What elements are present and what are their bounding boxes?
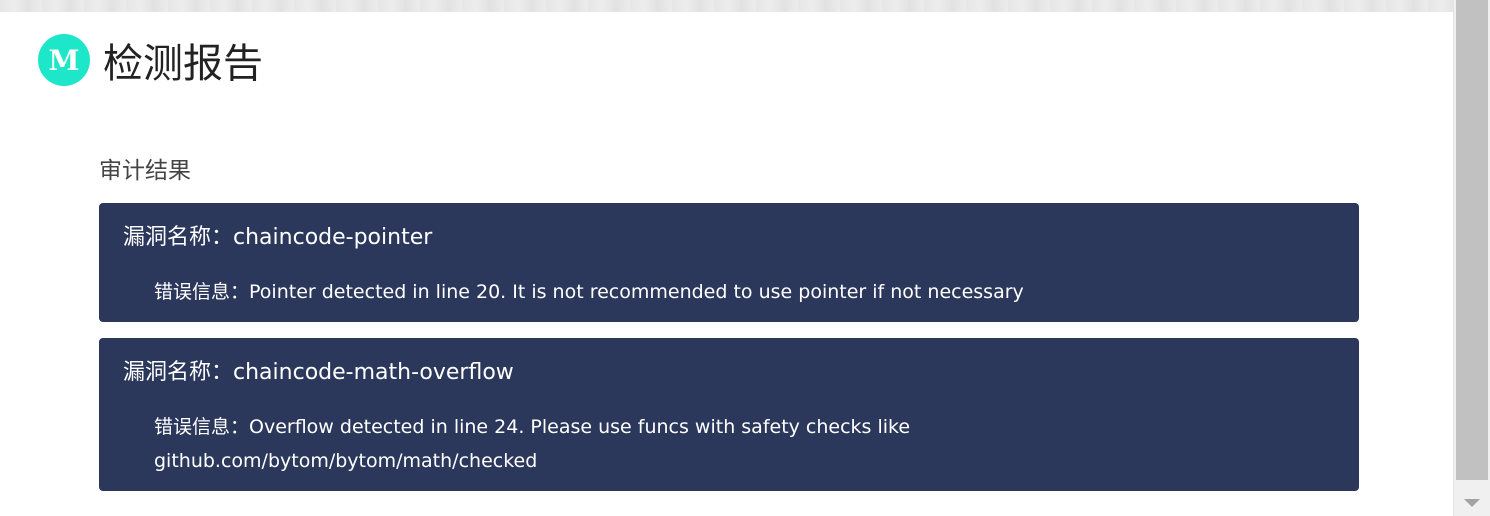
vulnerability-name: 漏洞名称：chaincode-pointer [123, 223, 1335, 253]
vulnerability-name-value: chaincode-pointer [233, 225, 433, 250]
vulnerability-name-value: chaincode-math-overflow [233, 360, 514, 385]
vulnerability-name-label: 漏洞名称： [123, 225, 234, 250]
error-message: 错误信息：Pointer detected in line 20. It is … [154, 275, 1335, 309]
error-message-value: Overflow detected in line 24. Please use… [154, 416, 911, 472]
report-page: M 检测报告 审计结果 漏洞名称：chaincode-pointer 错误信息：… [0, 0, 1453, 516]
finding-card: 漏洞名称：chaincode-pointer 错误信息：Pointer dete… [99, 203, 1359, 322]
vertical-scrollbar[interactable] [1453, 0, 1490, 516]
vulnerability-name: 漏洞名称：chaincode-math-overflow [123, 358, 1335, 388]
error-message-label: 错误信息： [154, 416, 250, 438]
logo-icon: M [38, 34, 90, 86]
vulnerability-name-label: 漏洞名称： [123, 360, 234, 385]
page-header: M 检测报告 [38, 32, 263, 96]
finding-card: 漏洞名称：chaincode-math-overflow 错误信息：Overfl… [99, 338, 1359, 491]
section-title: 审计结果 [99, 158, 191, 184]
error-message-label: 错误信息： [154, 281, 250, 303]
finding-list: 漏洞名称：chaincode-pointer 错误信息：Pointer dete… [99, 203, 1359, 507]
scroll-down-arrow-icon[interactable] [1464, 499, 1480, 507]
top-background-strip [0, 0, 1453, 12]
page-title: 检测报告 [103, 41, 263, 87]
scrollbar-thumb[interactable] [1456, 0, 1488, 480]
error-message: 错误信息：Overflow detected in line 24. Pleas… [154, 410, 1335, 478]
error-message-value: Pointer detected in line 20. It is not r… [249, 281, 1024, 303]
